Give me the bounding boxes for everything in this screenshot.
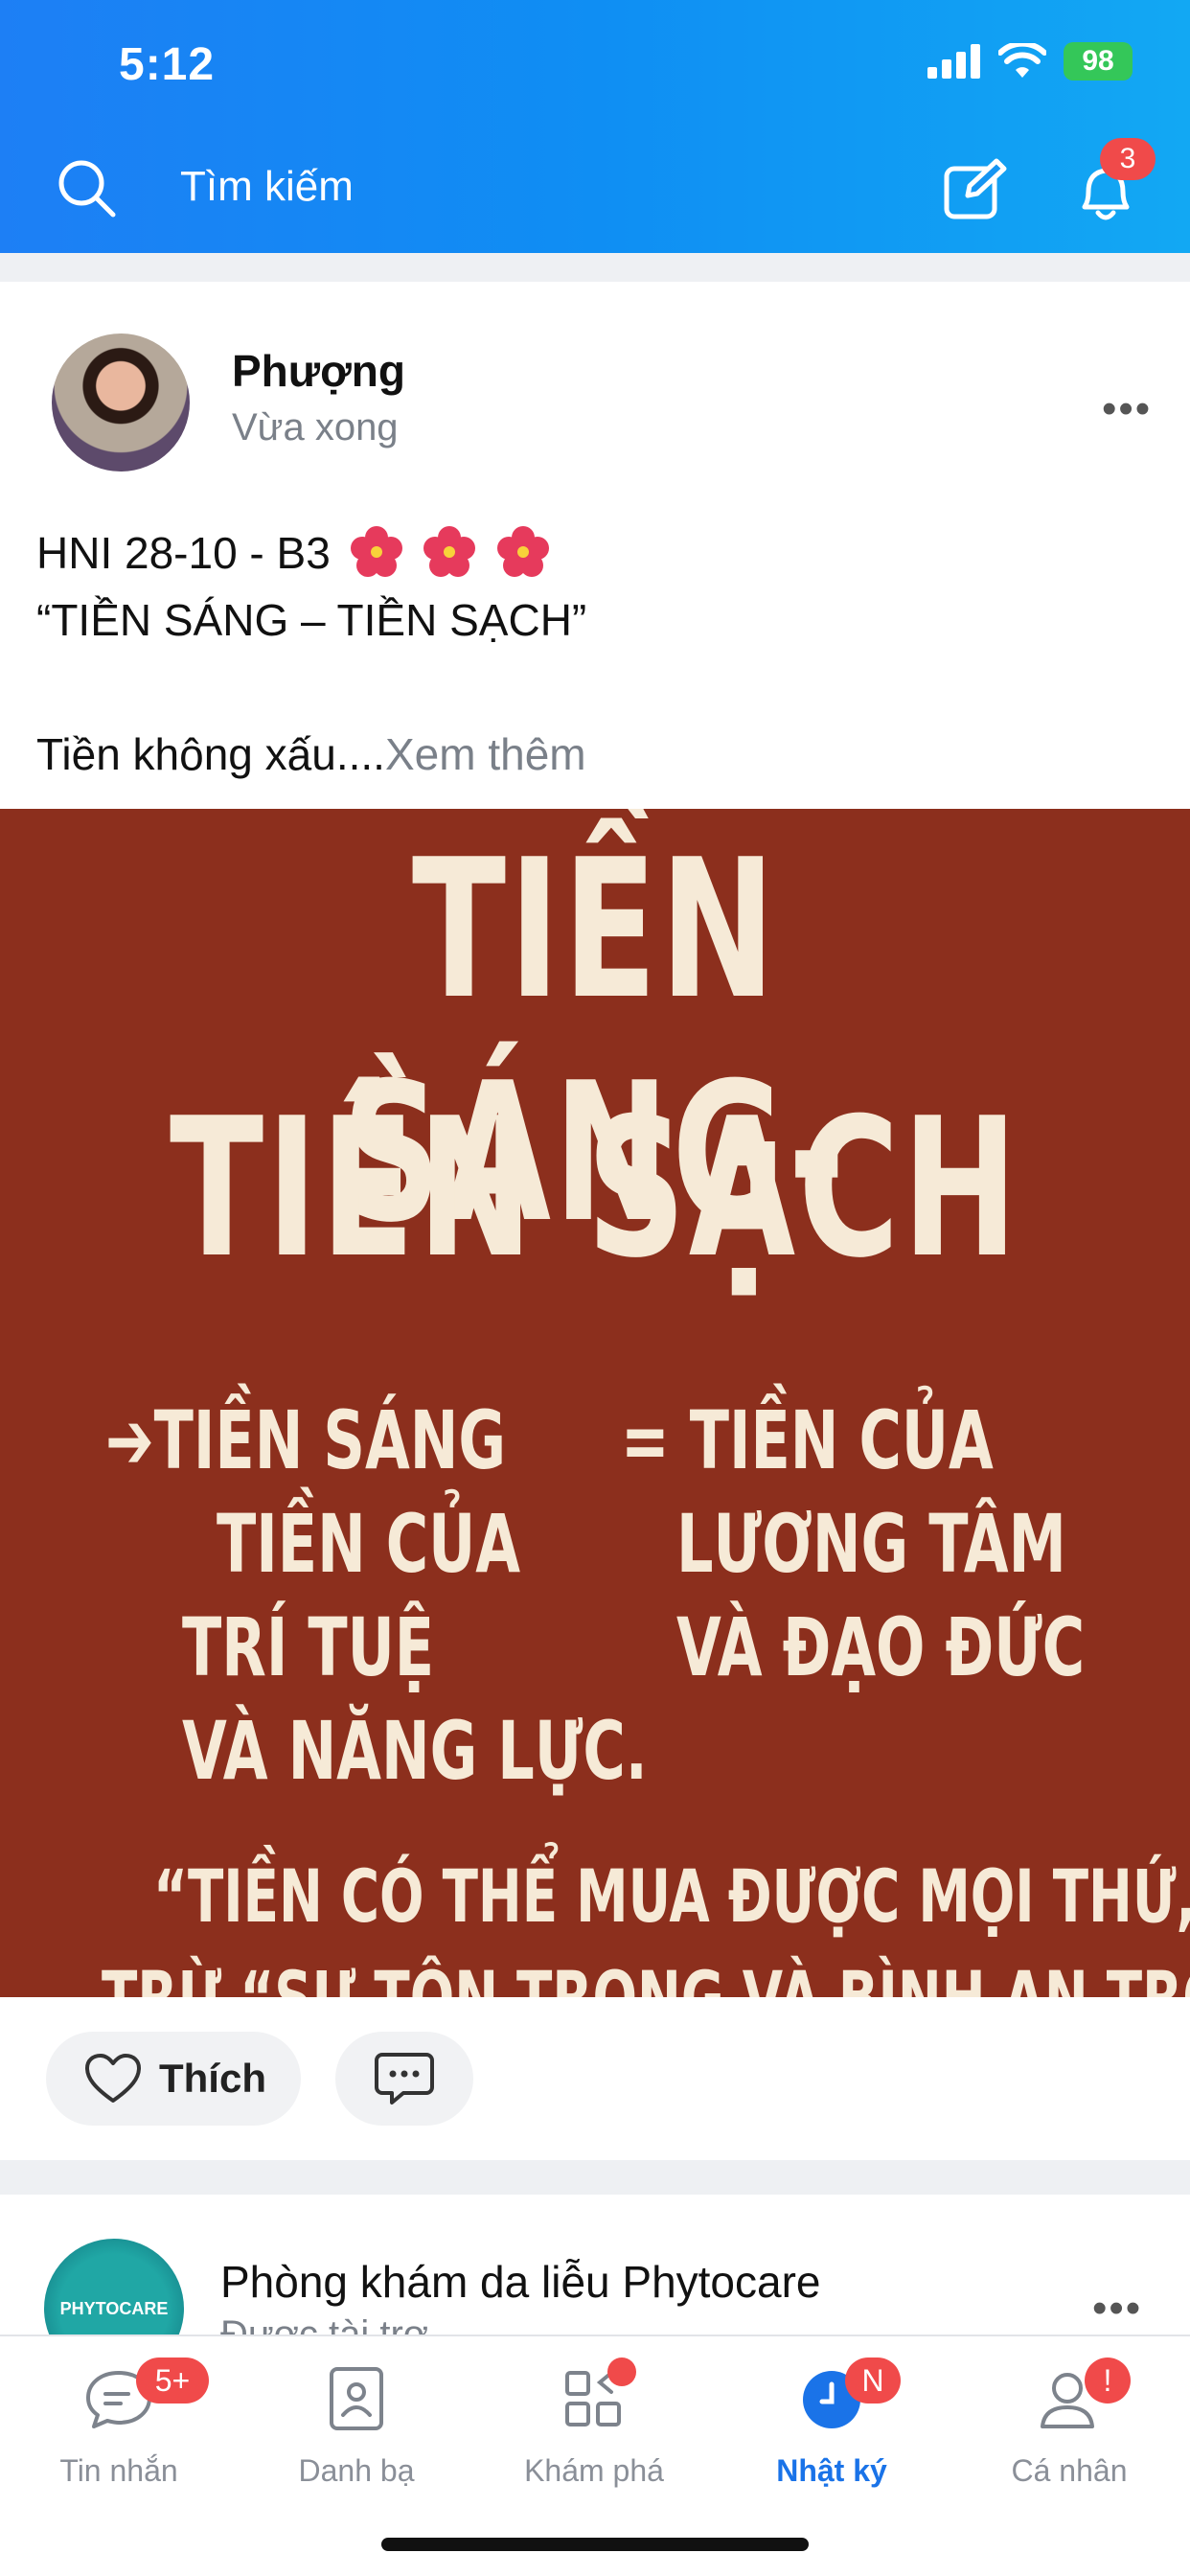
signal-icon: [927, 44, 980, 79]
compose-icon[interactable]: [943, 157, 1008, 222]
like-button[interactable]: Thích: [46, 2032, 301, 2126]
image-left-line: ➔TIỀN SÁNG: [105, 1393, 507, 1487]
contacts-icon: [330, 2367, 383, 2430]
notification-badge: 3: [1100, 138, 1156, 180]
post-text: HNI 28-10 - B3 “TIỀN SÁNG – TIỀN SẠCH” T…: [36, 519, 586, 788]
nav-profile[interactable]: ! Cá nhân: [950, 2336, 1188, 2528]
image-left-line: TRÍ TUỆ: [182, 1600, 435, 1694]
avatar[interactable]: [52, 334, 190, 472]
nav-label: Tin nhắn: [59, 2453, 178, 2488]
post-time: Vừa xong: [232, 406, 399, 448]
timeline-badge: N: [845, 2358, 901, 2404]
like-label: Thích: [159, 2056, 266, 2101]
status-time: 5:12: [119, 39, 216, 90]
comment-button[interactable]: [335, 2032, 473, 2126]
home-indicator: [381, 2538, 809, 2551]
status-icons: 98: [927, 42, 1133, 80]
nav-contacts[interactable]: Danh bạ: [238, 2336, 475, 2528]
image-left-line: TIỀN CỦA: [217, 1497, 521, 1591]
image-title-line2: TIỀN SẠCH: [169, 1077, 1021, 1300]
see-more-link[interactable]: Xem thêm: [385, 729, 586, 779]
image-quote-line1: “TIỀN CÓ THỂ MUA ĐƯỢC MỌI THỨ,: [153, 1853, 1190, 1939]
hibiscus-icon: [350, 526, 402, 577]
battery-indicator: 98: [1064, 42, 1133, 80]
profile-badge: !: [1085, 2358, 1131, 2404]
post-text-line1: HNI 28-10 - B3: [36, 528, 331, 578]
image-right-line: LƯƠNG TÂM: [676, 1497, 1066, 1591]
image-quote-line2: TRỪ “SỰ TÔN TRỌNG VÀ BÌNH AN TRONG: [102, 1955, 1190, 1997]
messages-badge: 5+: [136, 2358, 209, 2404]
hibiscus-icon: [497, 526, 550, 577]
image-right-line: = TIỀN CỦA: [621, 1393, 994, 1487]
more-options-icon[interactable]: •••: [1092, 2285, 1142, 2333]
comment-icon: [375, 2053, 434, 2104]
post-text-line3: Tiền không xấu....: [36, 729, 385, 779]
nav-label: Khám phá: [524, 2453, 664, 2488]
post-author[interactable]: Phượng: [232, 345, 405, 397]
search-input[interactable]: Tìm kiếm: [180, 163, 354, 211]
post-image[interactable]: TIỀN SÁNG- TIỀN SẠCH ➔TIỀN SÁNG TIỀN CỦA…: [0, 809, 1190, 1997]
nav-label: Cá nhân: [1011, 2453, 1128, 2488]
image-left-line: VÀ NĂNG LỰC.: [182, 1704, 648, 1798]
bottom-nav: 5+ Tin nhắn Danh bạ Khám phá N Nhật ký !…: [0, 2334, 1190, 2576]
post-text-line2: “TIỀN SÁNG – TIỀN SẠCH”: [36, 595, 587, 645]
discover-dot: [607, 2358, 636, 2386]
wifi-icon: [998, 43, 1046, 78]
hibiscus-icon: [423, 526, 476, 577]
heart-icon: [85, 2054, 141, 2103]
sponsor-name[interactable]: Phòng khám da liễu Phytocare: [220, 2256, 821, 2308]
top-header: 5:12 98 Tìm kiếm 3: [0, 0, 1190, 253]
nav-label-active: Nhật ký: [776, 2453, 887, 2488]
sponsor-avatar-text: PHYTOCARE: [59, 2298, 169, 2318]
image-right-line: VÀ ĐẠO ĐỨC: [676, 1600, 1086, 1694]
nav-timeline[interactable]: N Nhật ký: [713, 2336, 950, 2528]
more-options-icon[interactable]: •••: [1102, 385, 1152, 433]
search-icon[interactable]: [56, 157, 117, 218]
feed-post: Phượng Vừa xong ••• HNI 28-10 - B3 “TIỀN…: [0, 282, 1190, 2160]
nav-label: Danh bạ: [298, 2453, 415, 2488]
nav-messages[interactable]: 5+ Tin nhắn: [0, 2336, 238, 2528]
nav-discover[interactable]: Khám phá: [475, 2336, 713, 2528]
